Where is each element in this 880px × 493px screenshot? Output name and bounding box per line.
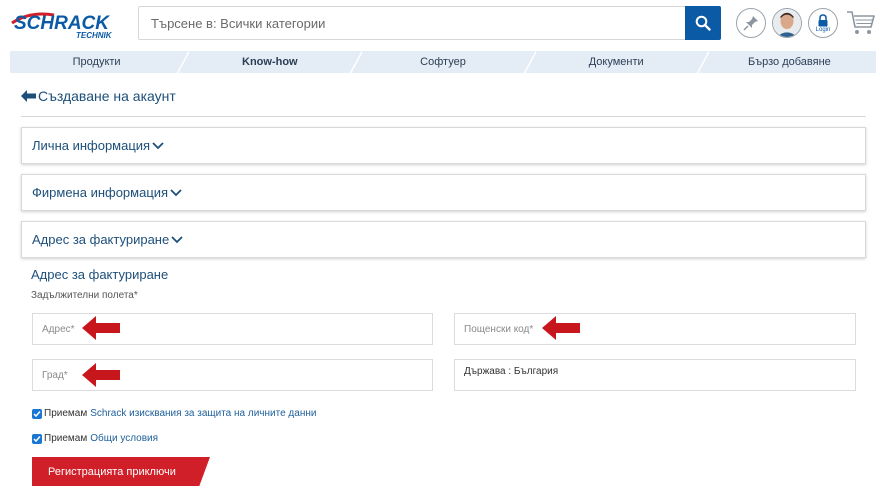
red-arrow-icon xyxy=(542,316,580,340)
privacy-consent-row: Приемам Schrack изисквания за защита на … xyxy=(32,408,316,419)
terms-prefix: Приемам xyxy=(44,433,88,444)
check-icon xyxy=(33,410,41,417)
pin-button[interactable] xyxy=(736,8,766,38)
accordion-billing-address[interactable]: Адрес за фактуриране xyxy=(21,221,866,258)
cart-icon xyxy=(847,11,875,34)
main-nav: Продукти Know-how Софтуер Документи Бърз… xyxy=(10,51,876,73)
search-box xyxy=(138,6,721,40)
cart-button[interactable] xyxy=(846,9,876,37)
accordion-personal-info[interactable]: Лична информация xyxy=(21,127,866,164)
title-divider xyxy=(21,116,866,117)
logo-subtext: TECHNIK xyxy=(76,31,113,39)
country-value: Държава : България xyxy=(464,366,559,377)
postal-code-input[interactable] xyxy=(455,314,855,344)
login-label: Login xyxy=(815,27,831,33)
avatar xyxy=(773,9,801,37)
schrack-logo[interactable]: SCHRACK TECHNIK xyxy=(10,9,125,40)
red-arrow-icon xyxy=(82,363,120,387)
privacy-checkbox[interactable] xyxy=(32,408,42,419)
search-input[interactable] xyxy=(139,7,679,39)
nav-item-products[interactable]: Продукти xyxy=(10,51,183,73)
nav-item-software[interactable]: Софтуер xyxy=(350,51,529,73)
chevron-down-icon xyxy=(170,188,182,196)
accordion-label: Фирмена информация xyxy=(32,185,169,200)
accordion-company-info[interactable]: Фирмена информация xyxy=(21,174,866,211)
complete-registration-button[interactable]: Регистрацията приключи xyxy=(32,457,210,486)
postal-code-field-wrap xyxy=(454,313,856,345)
privacy-prefix: Приемам xyxy=(44,408,88,419)
accordion-label: Лична информация xyxy=(32,138,151,153)
terms-link[interactable]: Общи условия xyxy=(90,433,158,444)
login-button[interactable]: Login xyxy=(808,8,838,38)
pin-icon xyxy=(743,16,758,31)
user-avatar-button[interactable] xyxy=(772,8,802,38)
submit-label: Регистрацията приключи xyxy=(48,465,176,478)
section-heading: Адрес за фактуриране xyxy=(31,267,169,282)
accordion-label: Адрес за фактуриране xyxy=(32,232,170,247)
nav-item-quick-add[interactable]: Бързо добавяне xyxy=(696,51,876,73)
required-fields-note: Задължителни полета* xyxy=(31,290,138,301)
search-button[interactable] xyxy=(685,6,721,40)
logo-graphic: SCHRACK TECHNIK xyxy=(10,11,125,40)
check-icon xyxy=(33,435,41,442)
country-field[interactable]: Държава : България xyxy=(454,359,856,391)
page-title: Създаване на акаунт xyxy=(38,88,176,104)
nav-item-know-how[interactable]: Know-how xyxy=(177,51,356,73)
page-title-back-link[interactable]: Създаване на акаунт xyxy=(21,88,176,104)
red-arrow-icon xyxy=(82,316,120,340)
back-arrow-icon xyxy=(21,90,36,102)
chevron-down-icon xyxy=(171,235,183,243)
lock-icon xyxy=(818,14,828,27)
terms-checkbox[interactable] xyxy=(32,433,42,444)
privacy-policy-link[interactable]: Schrack изисквания за защита на личните … xyxy=(90,408,316,419)
chevron-down-icon xyxy=(152,141,164,149)
search-icon xyxy=(695,15,711,31)
nav-item-documents[interactable]: Документи xyxy=(523,51,703,73)
terms-consent-row: Приемам Общи условия xyxy=(32,433,158,444)
